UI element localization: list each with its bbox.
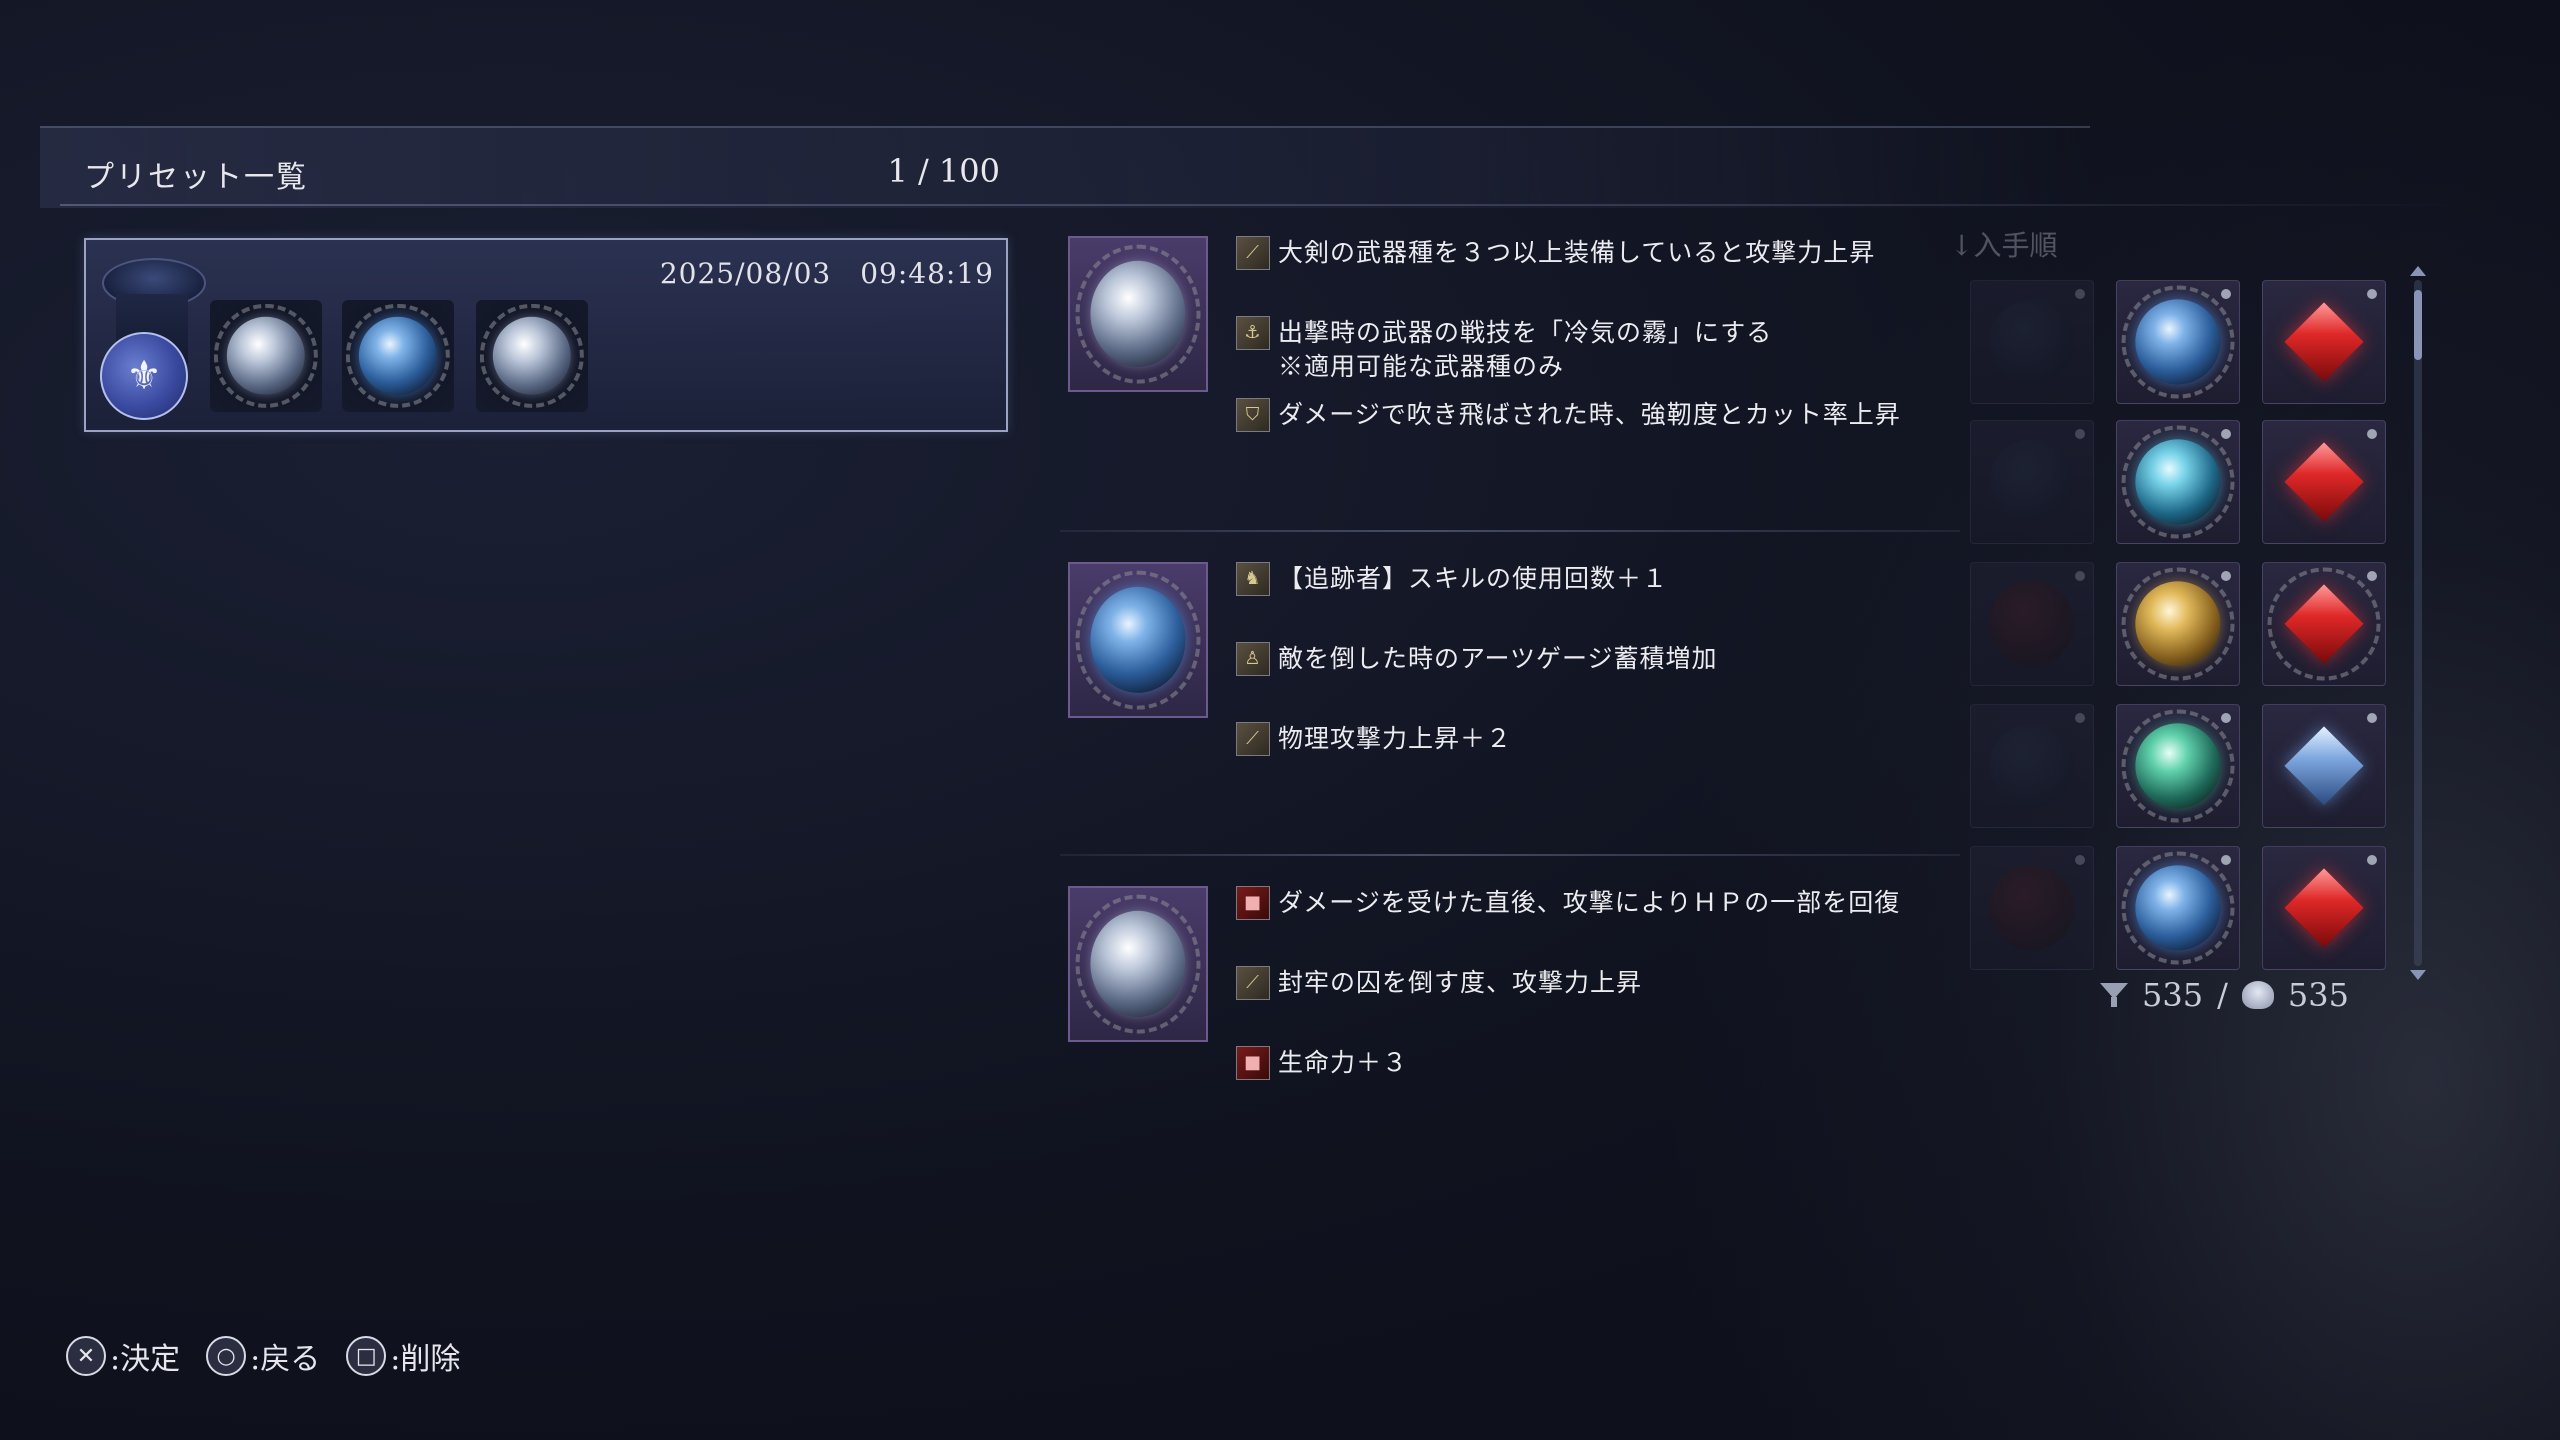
effect-text: 封牢の囚を倒す度、攻撃力上昇 bbox=[1278, 968, 1643, 997]
header-band bbox=[40, 126, 2090, 208]
preset-timestamp: 2025/08/03 09:48:19 bbox=[659, 257, 994, 290]
scroll-up-icon bbox=[2410, 266, 2426, 276]
confirm-label: :決定 bbox=[110, 1342, 181, 1377]
preset-relic-slot-2 bbox=[342, 300, 454, 412]
inventory-relic-cell[interactable] bbox=[2262, 420, 2386, 544]
effect-text: 生命力＋３ bbox=[1278, 1048, 1409, 1077]
inventory-relic-cell[interactable] bbox=[2262, 280, 2386, 404]
inventory-relic-cell[interactable] bbox=[1970, 420, 2094, 544]
inventory-relic-cell[interactable] bbox=[2262, 562, 2386, 686]
sword-icon: ⟋ bbox=[1236, 236, 1270, 270]
relic-3-effect-1: ■ ダメージを受けた直後、攻撃によりＨＰの一部を回復 bbox=[1236, 886, 1900, 920]
relic-3-icon bbox=[1068, 886, 1208, 1042]
delete-prompt[interactable]: □ :削除 bbox=[346, 1334, 460, 1378]
inventory-relic-cell[interactable] bbox=[1970, 846, 2094, 970]
relic-2-effect-1: ♞ 【追跡者】スキルの使用回数＋１ bbox=[1236, 562, 1668, 596]
circle-button-icon: ○ bbox=[206, 1336, 247, 1376]
preset-card[interactable]: ⚜ 2025/08/03 09:48:19 bbox=[84, 238, 1008, 432]
shield-icon: ⛉ bbox=[1236, 398, 1270, 432]
skill-icon: ⚓ bbox=[1236, 316, 1270, 350]
relic-3-effect-3: ■ 生命力＋３ bbox=[1236, 1046, 1408, 1080]
relic-capacity: 535 / 535 bbox=[2100, 976, 2349, 1014]
row-divider bbox=[1060, 530, 1960, 532]
relic-1-effect-1: ⟋ 大剣の武器種を３つ以上装備していると攻撃力上昇 bbox=[1236, 236, 1875, 270]
filter-icon[interactable] bbox=[2100, 981, 2128, 1009]
confirm-prompt[interactable]: ✕ :決定 bbox=[66, 1334, 180, 1378]
character-emblem-icon: ⚜ bbox=[100, 332, 188, 420]
scroll-thumb[interactable] bbox=[2414, 290, 2422, 360]
heal-icon: ■ bbox=[1236, 886, 1270, 920]
relic-1-effect-2: ⚓ 出撃時の武器の戦技を「冷気の霧」にする ※適用可能な武器種のみ bbox=[1236, 316, 1772, 384]
sort-order-label[interactable]: ↓入手順 bbox=[1950, 224, 2057, 264]
inventory-relic-cell[interactable] bbox=[2116, 846, 2240, 970]
character-icon: ♞ bbox=[1236, 562, 1270, 596]
inventory-relic-cell[interactable] bbox=[2116, 420, 2240, 544]
cross-button-icon: ✕ bbox=[66, 1336, 106, 1376]
effect-text: ダメージで吹き飛ばされた時、強靭度とカット率上昇 bbox=[1278, 400, 1901, 429]
inventory-relic-cell[interactable] bbox=[2262, 704, 2386, 828]
background-fog bbox=[1660, 0, 2560, 1440]
relic-2-icon bbox=[1068, 562, 1208, 718]
header-divider bbox=[60, 204, 2470, 206]
relic-3-effect-2: ⟋ 封牢の囚を倒す度、攻撃力上昇 bbox=[1236, 966, 1642, 1000]
preset-count: 1 / 100 bbox=[887, 152, 1000, 190]
sword-icon: ⟋ bbox=[1236, 966, 1270, 1000]
back-prompt[interactable]: ○ :戻る bbox=[206, 1334, 320, 1378]
effect-note: ※適用可能な武器種のみ bbox=[1278, 352, 1565, 381]
effect-text: 【追跡者】スキルの使用回数＋１ bbox=[1278, 564, 1669, 593]
capacity-separator: / bbox=[2217, 976, 2228, 1014]
capacity-current: 535 bbox=[2142, 976, 2204, 1014]
row-divider bbox=[1060, 854, 1960, 856]
relic-stack-icon bbox=[2241, 981, 2274, 1009]
relic-2-effect-2: ♙ 敵を倒した時のアーツゲージ蓄積増加 bbox=[1236, 642, 1718, 676]
inventory-relic-cell[interactable] bbox=[1970, 280, 2094, 404]
button-prompts: ✕ :決定 ○ :戻る □ :削除 bbox=[66, 1334, 460, 1378]
inventory-relic-cell[interactable] bbox=[2116, 562, 2240, 686]
delete-label: :削除 bbox=[390, 1342, 461, 1377]
sword-icon: ⟋ bbox=[1236, 722, 1270, 756]
effect-text: 出撃時の武器の戦技を「冷気の霧」にする bbox=[1278, 318, 1773, 347]
effect-text: ダメージを受けた直後、攻撃によりＨＰの一部を回復 bbox=[1278, 888, 1901, 917]
capacity-max: 535 bbox=[2287, 976, 2349, 1014]
back-label: :戻る bbox=[250, 1342, 321, 1377]
inventory-relic-cell[interactable] bbox=[2116, 704, 2240, 828]
vigor-icon: ■ bbox=[1236, 1046, 1270, 1080]
inventory-relic-cell[interactable] bbox=[1970, 704, 2094, 828]
effect-text: 敵を倒した時のアーツゲージ蓄積増加 bbox=[1278, 644, 1718, 673]
effect-text: 物理攻撃力上昇＋２ bbox=[1278, 724, 1513, 753]
relic-2-effect-3: ⟋ 物理攻撃力上昇＋２ bbox=[1236, 722, 1512, 756]
inventory-relic-cell[interactable] bbox=[2262, 846, 2386, 970]
relic-1-icon bbox=[1068, 236, 1208, 392]
effect-text: 大剣の武器種を３つ以上装備していると攻撃力上昇 bbox=[1278, 238, 1876, 267]
preset-relic-slot-3 bbox=[476, 300, 588, 412]
inventory-scrollbar[interactable] bbox=[2410, 266, 2426, 980]
inventory-relic-cell[interactable] bbox=[2116, 280, 2240, 404]
square-button-icon: □ bbox=[346, 1336, 387, 1376]
inventory-relic-cell[interactable] bbox=[1970, 562, 2094, 686]
relic-1-effect-3: ⛉ ダメージで吹き飛ばされた時、強靭度とカット率上昇 bbox=[1236, 398, 1901, 432]
arts-icon: ♙ bbox=[1236, 642, 1270, 676]
page-title: プリセット一覧 bbox=[84, 160, 308, 195]
preset-relic-slot-1 bbox=[210, 300, 322, 412]
scroll-down-icon bbox=[2410, 970, 2426, 980]
